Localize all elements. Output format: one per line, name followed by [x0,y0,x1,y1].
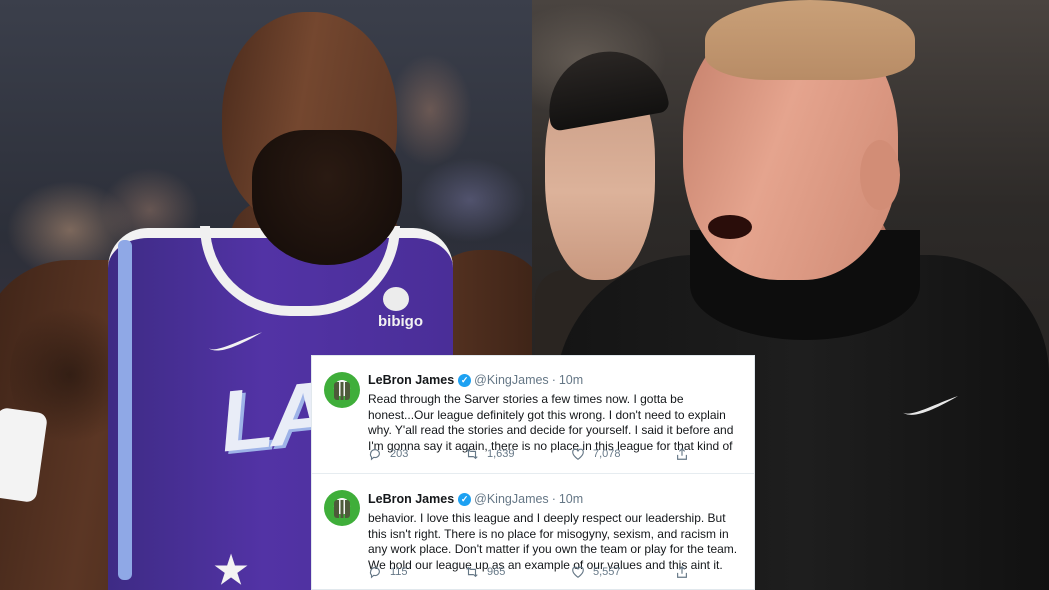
author-name[interactable]: LeBron James [368,492,454,506]
timestamp[interactable]: 10m [559,492,583,506]
player-beard [252,130,402,265]
retweet-count: 1,639 [487,448,515,460]
avatar[interactable] [324,372,360,408]
retweet-icon [466,566,478,578]
owner-hair [705,0,915,80]
reply-count: 115 [390,566,408,578]
retweet-button[interactable]: 965 [465,565,571,579]
tweet-header: LeBron James ✓ @KingJames · 10m [368,372,740,388]
retweet-count: 965 [487,566,506,578]
sponsor-text: bibigo [378,313,423,330]
reply-button[interactable]: 203 [368,447,465,461]
verified-icon: ✓ [458,492,472,506]
tweet-actions: 203 1,639 7,078 [368,447,744,461]
reply-button[interactable]: 115 [368,565,465,579]
share-button[interactable] [675,447,689,461]
like-button[interactable]: 7,078 [571,447,675,461]
tweet-text: behavior. I love this league and I deepl… [368,511,738,572]
tweet[interactable]: LeBron James ✓ @KingJames · 10m Read thr… [312,356,754,473]
tweet-header: LeBron James ✓ @KingJames · 10m [368,491,740,507]
separator: · [551,373,556,387]
owner-ear [860,140,900,210]
tweet-card: LeBron James ✓ @KingJames · 10m Read thr… [311,355,755,590]
reply-icon [369,449,380,461]
jersey-trim [118,240,132,580]
like-count: 5,557 [593,566,621,578]
author-handle[interactable]: @KingJames [474,492,549,506]
separator: · [551,492,556,506]
sponsor-logo [383,287,409,311]
reply-icon [369,567,380,579]
nike-swoosh-icon [902,396,958,415]
star-icon: ★ [214,550,249,590]
like-icon [572,566,584,578]
retweet-button[interactable]: 1,639 [465,447,571,461]
author-handle[interactable]: @KingJames [474,373,549,387]
tweet[interactable]: LeBron James ✓ @KingJames · 10m behavior… [312,473,754,590]
timestamp[interactable]: 10m [559,373,583,387]
like-icon [572,448,584,460]
nike-swoosh-icon [207,332,263,351]
reply-count: 203 [390,448,409,460]
like-count: 7,078 [593,448,621,460]
tweet-text: Read through the Sarver stories a few ti… [368,392,734,453]
share-icon [677,565,687,578]
author-name[interactable]: LeBron James [368,373,454,387]
avatar[interactable] [324,490,360,526]
verified-icon: ✓ [458,373,472,387]
share-icon [677,447,687,460]
tweet-actions: 115 965 5,557 [368,565,744,579]
share-button[interactable] [675,565,689,579]
like-button[interactable]: 5,557 [571,565,675,579]
owner-mouth [708,215,752,239]
retweet-icon [466,448,478,460]
